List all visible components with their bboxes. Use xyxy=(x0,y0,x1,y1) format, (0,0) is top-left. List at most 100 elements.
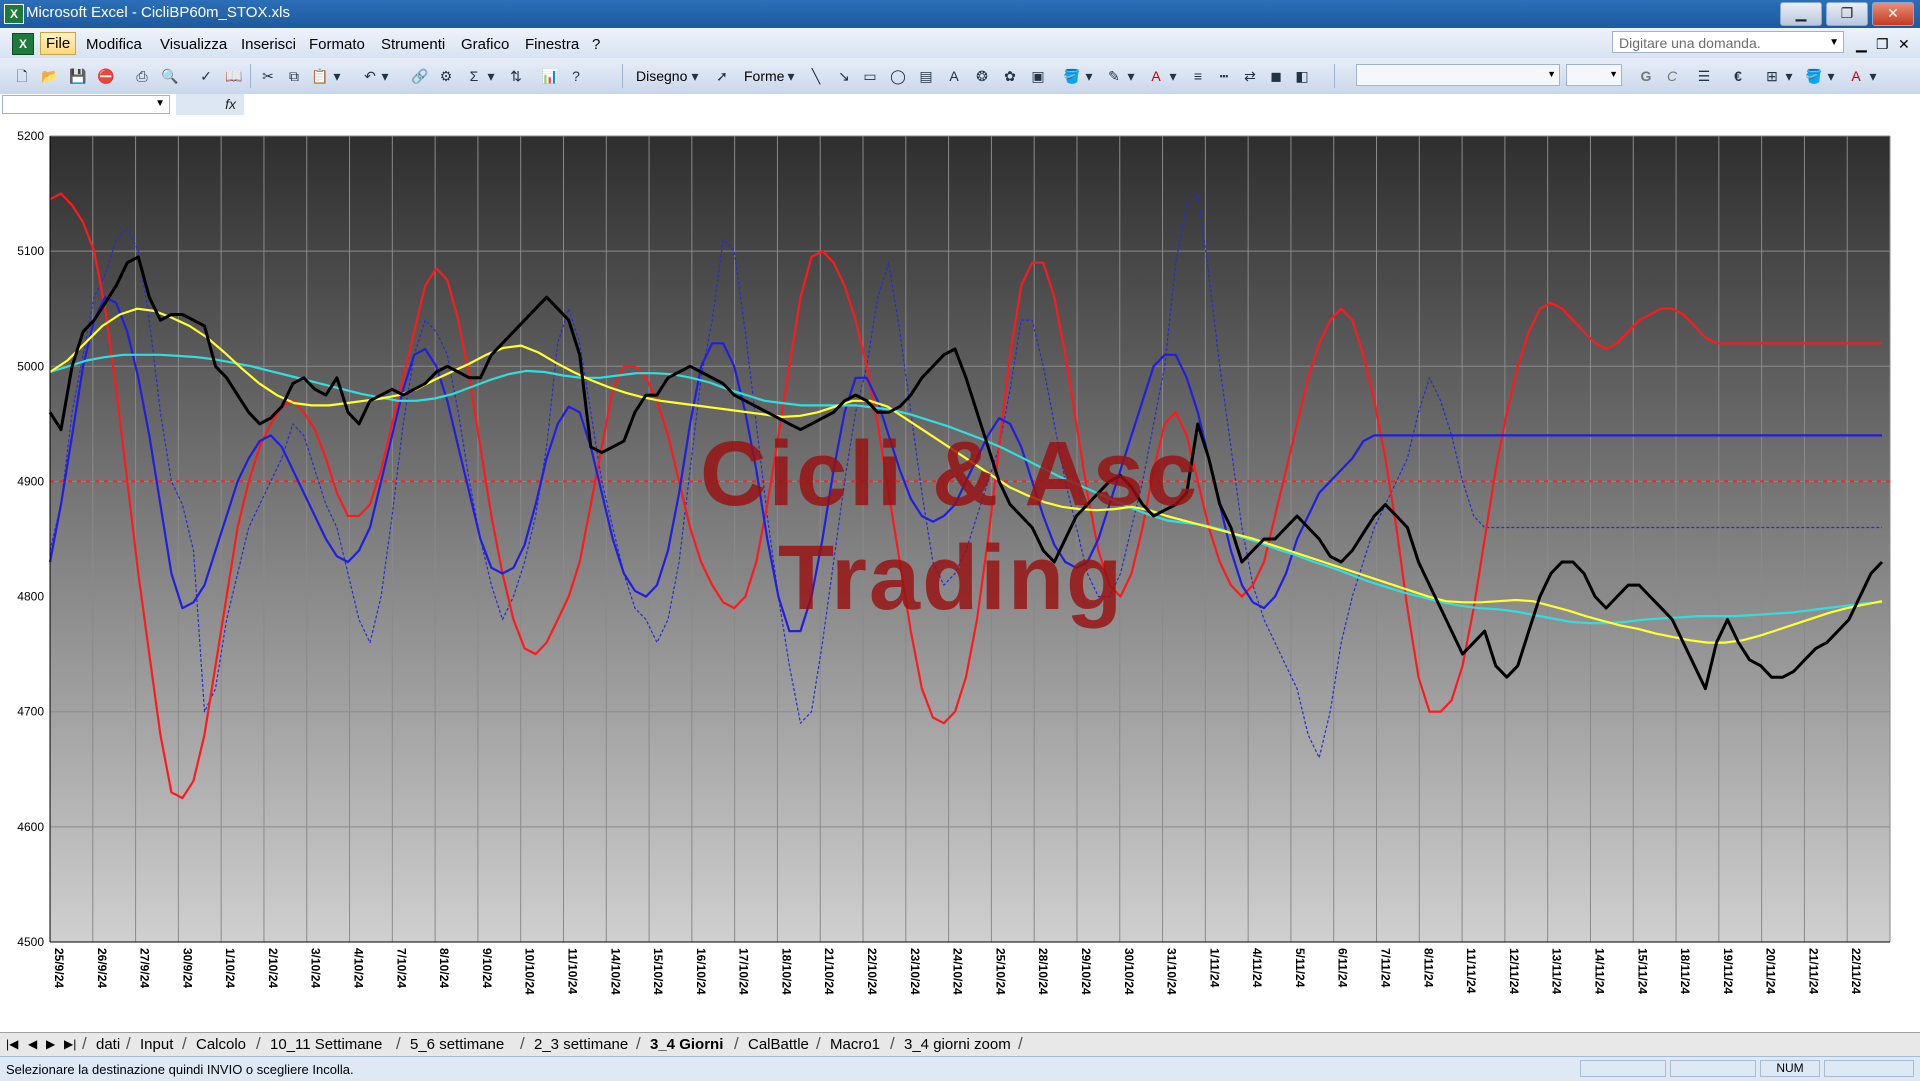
chevron-down-icon[interactable]: ▼ xyxy=(1829,32,1839,54)
paste-icon[interactable]: 📋 xyxy=(310,67,330,85)
align-icon[interactable]: ☰ xyxy=(1694,67,1714,85)
sheet-tab[interactable]: 2_3 settimane xyxy=(534,1036,628,1053)
textbox-icon[interactable]: ▤ xyxy=(916,67,936,85)
sheet-tab[interactable]: 5_6 settimane xyxy=(410,1036,504,1053)
sheet-tab[interactable]: Input xyxy=(140,1036,173,1053)
fill-color-icon[interactable]: 🪣 xyxy=(1804,67,1824,85)
autosum-icon[interactable]: Σ xyxy=(464,67,484,85)
bold-button[interactable]: G xyxy=(1636,67,1656,85)
chevron-down-icon[interactable]: ▾ xyxy=(1784,67,1794,85)
restore-button[interactable]: ❐ xyxy=(1826,2,1868,26)
line-style-icon[interactable]: ≡ xyxy=(1188,67,1208,85)
ask-question-box[interactable]: Digitare una domanda. ▼ xyxy=(1612,31,1844,53)
doc-close-button[interactable]: ✕ xyxy=(1898,36,1910,53)
font-size-combo[interactable]: ▼ xyxy=(1566,64,1622,86)
chevron-down-icon[interactable]: ▾ xyxy=(1868,67,1878,85)
menu-help[interactable]: ? xyxy=(592,36,600,53)
doc-restore-button[interactable]: ❐ xyxy=(1876,36,1889,53)
sheet-tab[interactable]: 3_4 giorni zoom xyxy=(904,1036,1011,1053)
x-tick-label: 21/10/24 xyxy=(822,948,836,995)
menu-grafico[interactable]: Grafico xyxy=(461,36,509,53)
gear-icon[interactable]: ⚙ xyxy=(436,67,456,85)
sheet-tab[interactable]: 10_11 Settimane xyxy=(270,1036,382,1053)
chevron-down-icon[interactable]: ▾ xyxy=(1168,67,1178,85)
chevron-down-icon[interactable]: ▾ xyxy=(486,67,496,85)
first-sheet-icon[interactable]: |◀ xyxy=(6,1037,18,1051)
sheet-tab[interactable]: dati xyxy=(96,1036,120,1053)
borders-icon[interactable]: ⊞ xyxy=(1762,67,1782,85)
help-icon[interactable]: ? xyxy=(566,67,586,85)
chart-wizard-icon[interactable]: 📊 xyxy=(540,67,560,85)
line-color-icon[interactable]: ✎ xyxy=(1104,67,1124,85)
line-icon[interactable]: ╲ xyxy=(806,67,826,85)
cut-icon[interactable]: ✂ xyxy=(258,67,278,85)
close-button[interactable]: ✕ xyxy=(1872,2,1914,26)
euro-button[interactable]: € xyxy=(1728,67,1748,85)
3d-icon[interactable]: ◧ xyxy=(1292,67,1312,85)
undo-icon[interactable]: ↶ xyxy=(360,67,380,85)
print-preview-icon[interactable]: 🔍 xyxy=(160,67,180,85)
menu-visualizza[interactable]: Visualizza xyxy=(160,36,227,53)
menu-file[interactable]: File xyxy=(40,32,77,55)
permission-icon[interactable]: ⛔ xyxy=(96,67,116,85)
workbook-icon[interactable]: X xyxy=(12,33,34,55)
font-name-combo[interactable]: ▼ xyxy=(1356,64,1560,86)
image-icon[interactable]: ▣ xyxy=(1028,67,1048,85)
open-icon[interactable]: 📂 xyxy=(40,67,60,85)
sheet-tab[interactable]: Calcolo xyxy=(196,1036,246,1053)
save-icon[interactable]: 💾 xyxy=(68,67,88,85)
new-icon[interactable]: 🗋 xyxy=(12,67,32,85)
forme-menu[interactable]: Forme xyxy=(744,68,784,84)
dash-style-icon[interactable]: ┅ xyxy=(1214,67,1234,85)
sheet-tab[interactable]: Macro1 xyxy=(830,1036,880,1053)
rectangle-icon[interactable]: ▭ xyxy=(860,67,880,85)
diagram-icon[interactable]: ❂ xyxy=(972,67,992,85)
hyperlink-icon[interactable]: 🔗 xyxy=(410,67,430,85)
font-color-icon[interactable]: A xyxy=(1846,67,1866,85)
x-tick-label: 27/9/24 xyxy=(138,948,152,988)
print-icon[interactable]: ⎙ xyxy=(132,67,152,85)
chevron-down-icon[interactable]: ▾ xyxy=(380,67,390,85)
name-box[interactable]: ▼ xyxy=(2,95,170,114)
last-sheet-icon[interactable]: ▶| xyxy=(64,1037,76,1051)
chevron-down-icon[interactable]: ▼ xyxy=(1609,69,1618,79)
oval-icon[interactable]: ◯ xyxy=(888,67,908,85)
menu-finestra[interactable]: Finestra xyxy=(525,36,579,53)
minimize-button[interactable]: ▁ xyxy=(1780,2,1822,26)
arrow-style-icon[interactable]: ⇄ xyxy=(1240,67,1260,85)
chart-area[interactable]: 4500 4600 4700 4800 4900 5000 5100 5200 25/9/24… xyxy=(0,116,1920,1032)
next-sheet-icon[interactable]: ▶ xyxy=(46,1037,55,1051)
sheet-tab[interactable]: CalBattle xyxy=(748,1036,809,1053)
sheet-tab[interactable]: 3_4 Giorni xyxy=(650,1036,723,1053)
menu-inserisci[interactable]: Inserisci xyxy=(241,36,296,53)
menu-strumenti[interactable]: Strumenti xyxy=(381,36,445,53)
arrow-icon[interactable]: ↘ xyxy=(834,67,854,85)
excel-icon[interactable]: X xyxy=(4,4,24,24)
prev-sheet-icon[interactable]: ◀ xyxy=(28,1037,37,1051)
italic-button[interactable]: C xyxy=(1662,67,1682,85)
chevron-down-icon[interactable]: ▾ xyxy=(1826,67,1836,85)
clipart-icon[interactable]: ✿ xyxy=(1000,67,1020,85)
chevron-down-icon[interactable]: ▾ xyxy=(1126,67,1136,85)
chevron-down-icon[interactable]: ▾ xyxy=(786,67,796,85)
chevron-down-icon[interactable]: ▾ xyxy=(332,67,342,85)
doc-minimize-button[interactable]: ▁ xyxy=(1856,36,1867,53)
font-color-icon[interactable]: A xyxy=(1146,67,1166,85)
x-tick-label: 22/10/24 xyxy=(865,948,879,995)
fill-color-icon[interactable]: 🪣 xyxy=(1062,67,1082,85)
copy-icon[interactable]: ⧉ xyxy=(284,67,304,85)
research-icon[interactable]: 📖 xyxy=(224,67,244,85)
fx-button[interactable]: fx xyxy=(176,94,244,115)
disegno-menu[interactable]: Disegno xyxy=(636,68,687,84)
menu-formato[interactable]: Formato xyxy=(309,36,365,53)
spelling-icon[interactable]: ✓ xyxy=(196,67,216,85)
chevron-down-icon[interactable]: ▾ xyxy=(690,67,700,85)
sort-icon[interactable]: ⇅ xyxy=(506,67,526,85)
wordart-icon[interactable]: A xyxy=(944,67,964,85)
shadow-icon[interactable]: ◼ xyxy=(1266,67,1286,85)
chevron-down-icon[interactable]: ▼ xyxy=(1547,69,1556,79)
menu-modifica[interactable]: Modifica xyxy=(86,36,142,53)
select-pointer-icon[interactable]: ➚ xyxy=(712,67,732,85)
chevron-down-icon[interactable]: ▼ xyxy=(155,98,165,109)
chevron-down-icon[interactable]: ▾ xyxy=(1084,67,1094,85)
